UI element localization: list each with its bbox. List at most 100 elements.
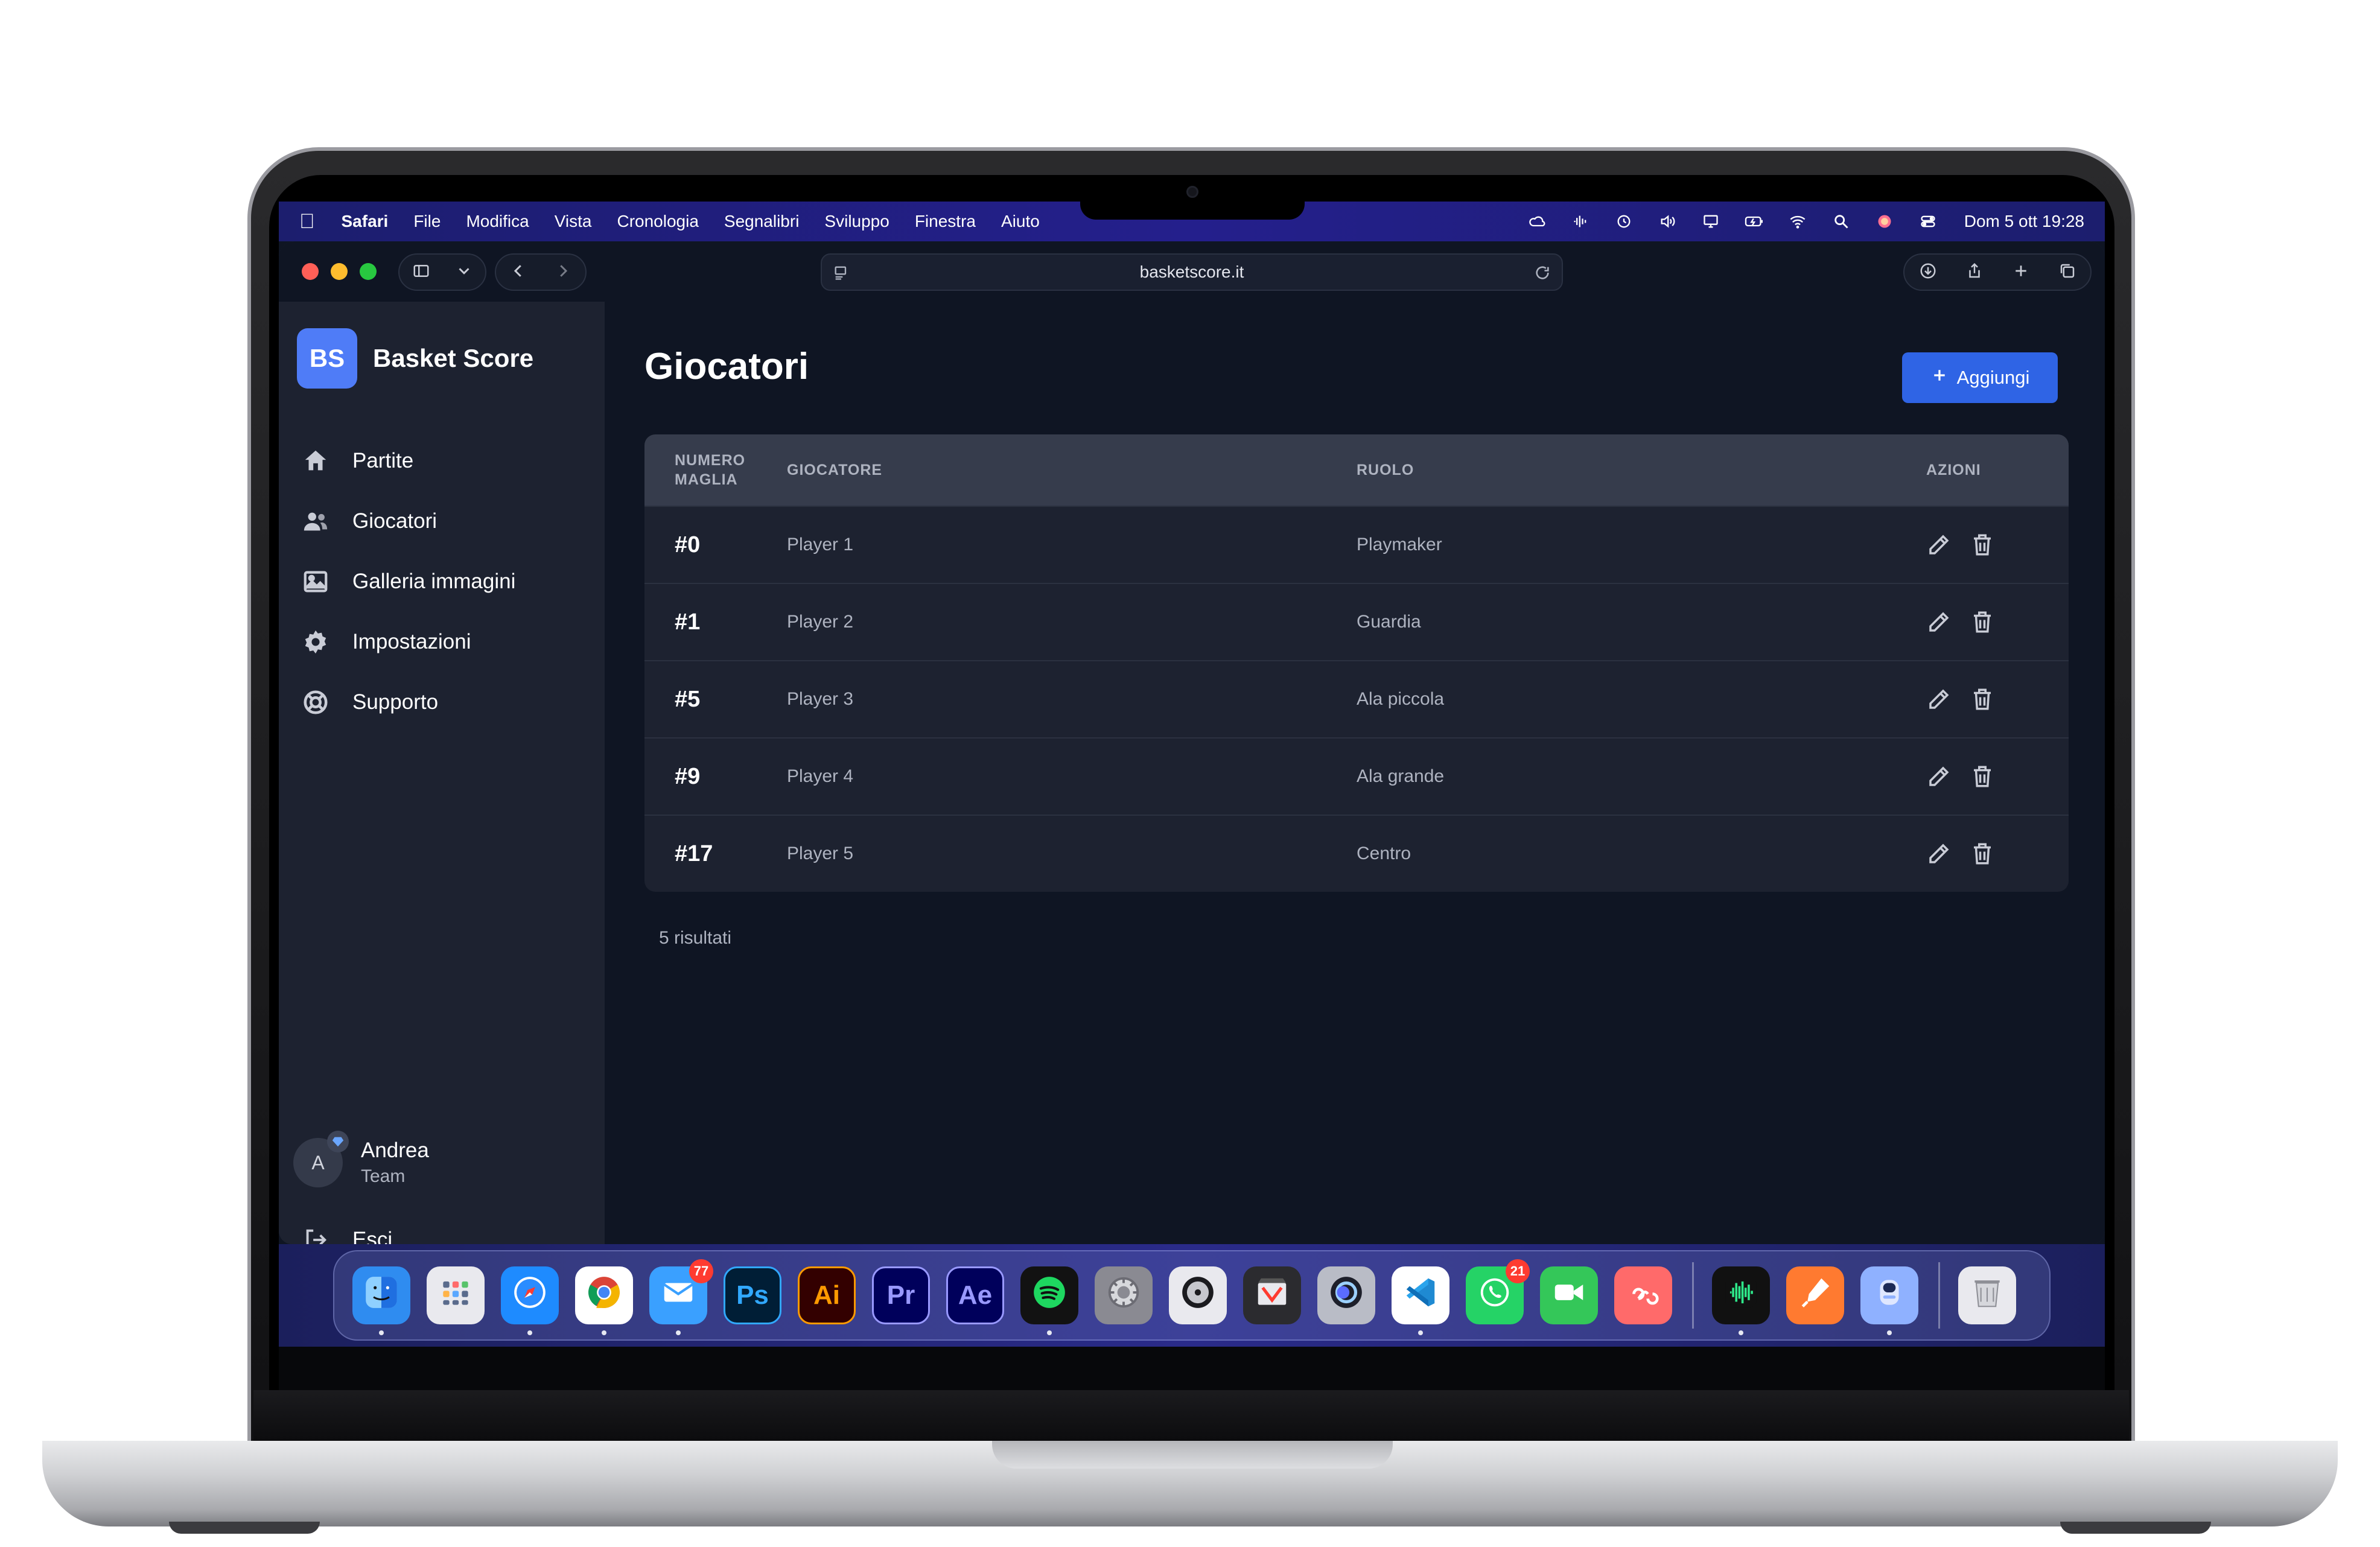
dock-app-vscode[interactable] bbox=[1392, 1266, 1449, 1335]
dock-app-creative-cloud[interactable] bbox=[1614, 1266, 1672, 1324]
sidebar-item-galleria-immagini[interactable]: Galleria immagini bbox=[302, 551, 515, 612]
menu-item-help[interactable]: Aiuto bbox=[1001, 212, 1040, 231]
dock-app-voice-memos[interactable] bbox=[1712, 1266, 1770, 1335]
row-actions bbox=[1926, 532, 2069, 557]
menu-item-view[interactable]: Vista bbox=[555, 212, 592, 231]
dock-app-final-cut[interactable] bbox=[1243, 1266, 1301, 1324]
diamond-icon bbox=[327, 1131, 349, 1152]
reload-icon[interactable] bbox=[1534, 264, 1551, 281]
chevron-down-icon[interactable] bbox=[455, 262, 473, 283]
dock-app-after-effects[interactable]: Ae bbox=[946, 1266, 1004, 1324]
menu-item-window[interactable]: Finestra bbox=[915, 212, 976, 231]
page-menu-icon[interactable] bbox=[833, 264, 850, 281]
sidebar-item-label: Supporto bbox=[352, 690, 439, 714]
trash-icon[interactable] bbox=[1970, 532, 1995, 557]
dock-app-photoshop[interactable]: Ps bbox=[724, 1266, 781, 1324]
zoom-window-button[interactable] bbox=[360, 263, 377, 280]
dock-app-premiere[interactable]: Pr bbox=[872, 1266, 930, 1324]
trash-icon[interactable] bbox=[1970, 687, 1995, 712]
trash-icon[interactable] bbox=[1970, 841, 1995, 866]
sidebar-toggle-icon[interactable] bbox=[412, 262, 430, 283]
table-row[interactable]: #17 Player 5 Centro bbox=[644, 815, 2069, 892]
table-row[interactable]: #9 Player 4 Ala grande bbox=[644, 737, 2069, 815]
minimize-window-button[interactable] bbox=[331, 263, 348, 280]
dock-app-whatsapp[interactable]: 21 bbox=[1466, 1259, 1530, 1324]
main-content: Giocatori Aggiungi NUMERO MAGLIA GIOCATO… bbox=[605, 302, 2105, 1244]
menu-item-app[interactable]: Safari bbox=[342, 212, 389, 231]
add-player-button[interactable]: Aggiungi bbox=[1902, 352, 2058, 403]
wifi-icon[interactable] bbox=[1787, 213, 1809, 230]
trash-icon[interactable] bbox=[1970, 764, 1995, 789]
dock-app-illustrator[interactable]: Ai bbox=[798, 1266, 856, 1324]
dock-app-system-settings[interactable] bbox=[1095, 1266, 1153, 1324]
laptop-base-notch bbox=[992, 1441, 1393, 1469]
dock-app-pages[interactable] bbox=[1786, 1266, 1844, 1324]
volume-icon[interactable] bbox=[1656, 213, 1678, 230]
facetime-icon bbox=[1550, 1274, 1588, 1318]
column-header-player: GIOCATORE bbox=[787, 461, 883, 478]
logout-button[interactable]: Esci bbox=[302, 1226, 392, 1244]
siri-icon[interactable] bbox=[1874, 213, 1895, 230]
pages-icon bbox=[1796, 1274, 1834, 1318]
sidebar-item-supporto[interactable]: Supporto bbox=[302, 672, 515, 732]
dock-separator bbox=[1938, 1262, 1940, 1329]
column-header-role: RUOLO bbox=[1357, 461, 1414, 478]
back-icon[interactable] bbox=[509, 262, 527, 283]
dock-app-time-machine[interactable] bbox=[1860, 1266, 1918, 1335]
app-logo: BS bbox=[297, 328, 357, 389]
dock-app-finder[interactable] bbox=[352, 1266, 410, 1335]
new-tab-icon[interactable] bbox=[2012, 262, 2030, 283]
notification-badge: 77 bbox=[689, 1259, 713, 1283]
menu-item-history[interactable]: Cronologia bbox=[617, 212, 698, 231]
dock-app-chrome[interactable] bbox=[575, 1266, 633, 1335]
sidebar-item-giocatori[interactable]: Giocatori bbox=[302, 491, 515, 551]
address-bar[interactable]: basketscore.it bbox=[821, 253, 1563, 291]
dock-app-safari[interactable] bbox=[501, 1266, 559, 1335]
tab-overview-icon[interactable] bbox=[2058, 262, 2076, 283]
menu-item-edit[interactable]: Modifica bbox=[466, 212, 529, 231]
spotlight-icon[interactable] bbox=[1830, 213, 1852, 230]
share-icon[interactable] bbox=[1965, 262, 1984, 283]
dock-app-spotify[interactable] bbox=[1020, 1266, 1078, 1335]
table-row[interactable]: #0 Player 1 Playmaker bbox=[644, 506, 2069, 583]
sidebar-item-partite[interactable]: Partite bbox=[302, 431, 515, 491]
player-name: Player 1 bbox=[787, 535, 854, 554]
close-window-button[interactable] bbox=[302, 263, 319, 280]
menu-bar-clock[interactable]: Dom 5 ott 19:28 bbox=[1964, 212, 2084, 231]
running-indicator bbox=[676, 1330, 681, 1335]
edit-icon[interactable] bbox=[1926, 841, 1952, 866]
menu-item-file[interactable]: File bbox=[413, 212, 441, 231]
battery-icon[interactable] bbox=[1743, 213, 1765, 230]
control-center-icon[interactable] bbox=[1917, 213, 1939, 230]
sidebar-item-label: Giocatori bbox=[352, 509, 438, 533]
player-name: Player 4 bbox=[787, 766, 854, 786]
user-profile[interactable]: A Andrea Team bbox=[293, 1131, 429, 1187]
dock-app-mail[interactable]: 77 bbox=[649, 1259, 713, 1335]
trash-icon[interactable] bbox=[1970, 609, 1995, 635]
brand[interactable]: BS Basket Score bbox=[297, 328, 533, 389]
audio-waveform-icon[interactable] bbox=[1570, 213, 1591, 230]
downloads-icon[interactable] bbox=[1919, 262, 1937, 283]
edit-icon[interactable] bbox=[1926, 764, 1952, 789]
dock-app-motion[interactable] bbox=[1317, 1266, 1375, 1324]
dock-app-facetime[interactable] bbox=[1540, 1266, 1598, 1324]
display-icon[interactable] bbox=[1700, 213, 1722, 230]
time-machine-icon[interactable] bbox=[1613, 213, 1635, 230]
dock-app-trash[interactable] bbox=[1958, 1266, 2016, 1324]
edit-icon[interactable] bbox=[1926, 609, 1952, 635]
dock-app-logic[interactable] bbox=[1169, 1266, 1227, 1324]
player-name: Player 2 bbox=[787, 612, 854, 632]
apple-menu-icon[interactable]:  bbox=[299, 210, 315, 233]
menu-item-bookmarks[interactable]: Segnalibri bbox=[724, 212, 800, 231]
creative-cloud-icon[interactable] bbox=[1526, 213, 1548, 230]
laptop-foot-left bbox=[169, 1522, 320, 1534]
edit-icon[interactable] bbox=[1926, 687, 1952, 712]
sidebar-item-impostazioni[interactable]: Impostazioni bbox=[302, 612, 515, 672]
mail-icon bbox=[660, 1274, 697, 1318]
table-row[interactable]: #1 Player 2 Guardia bbox=[644, 583, 2069, 660]
table-row[interactable]: #5 Player 3 Ala piccola bbox=[644, 660, 2069, 737]
dock-app-launchpad[interactable] bbox=[427, 1266, 485, 1324]
forward-icon[interactable] bbox=[554, 262, 572, 283]
edit-icon[interactable] bbox=[1926, 532, 1952, 557]
menu-item-develop[interactable]: Sviluppo bbox=[824, 212, 889, 231]
